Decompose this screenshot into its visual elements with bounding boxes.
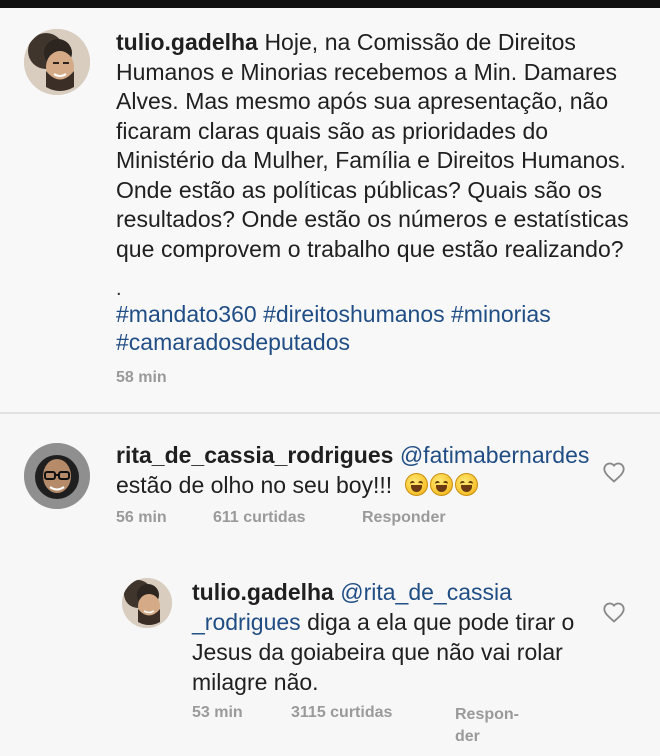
comment-1-text: rita_de_cassia_rodrigues @fatimabernarde… (116, 440, 596, 500)
laughing-emoji-icon (404, 473, 428, 497)
hashtags[interactable]: #mandato360 #direitoshumanos #minorias #… (116, 300, 636, 356)
laughing-emoji-icon (429, 473, 453, 497)
comment-1-body: estão de olho no seu boy!!! (116, 472, 393, 498)
post-caption-text: Hoje, na Comissão de Direitos Humanos e … (116, 29, 629, 262)
comment-2-timestamp: 53 min (192, 704, 243, 721)
laughing-emoji-icon (454, 473, 478, 497)
profile-photo-icon (24, 443, 90, 509)
hashtags-line-2[interactable]: #camaradosdeputados (116, 328, 636, 356)
avatar[interactable] (24, 29, 90, 95)
comment-1-timestamp: 56 min (116, 509, 167, 526)
comment-1-username[interactable]: rita_de_cassia_rodrigues (116, 442, 393, 468)
comment-1-likes[interactable]: 611 curtidas (213, 509, 306, 527)
profile-photo-icon (122, 578, 172, 628)
hashtags-line-1[interactable]: #mandato360 #direitoshumanos #minorias (116, 300, 636, 328)
comment-1-reply-button[interactable]: Responder (362, 509, 446, 527)
like-heart-icon[interactable] (602, 601, 626, 623)
avatar[interactable] (122, 578, 172, 628)
top-edge (0, 0, 660, 8)
profile-photo-icon (24, 29, 90, 95)
comment-2-likes[interactable]: 3115 curtidas (291, 704, 392, 722)
avatar[interactable] (24, 443, 90, 509)
comment-2-username[interactable]: tulio.gadelha (192, 579, 334, 605)
laughing-emoji-group (404, 473, 478, 497)
post-caption: tulio.gadelha Hoje, na Comissão de Direi… (116, 28, 636, 264)
comment-2-reply-line-2: der (455, 728, 480, 745)
post-username[interactable]: tulio.gadelha (116, 29, 258, 55)
comment-2-reply-line-1: Respon- (455, 706, 519, 723)
caption-separator-dot: . (116, 278, 122, 300)
comment-2-reply-button[interactable]: Respon- der (455, 704, 519, 748)
comment-2-text: tulio.gadelha @rita_de_cassia _rodrigues… (192, 577, 586, 697)
post-timestamp: 58 min (116, 369, 167, 386)
comment-1-mention[interactable]: @fatimabernardes (400, 442, 590, 468)
like-heart-icon[interactable] (602, 461, 626, 483)
